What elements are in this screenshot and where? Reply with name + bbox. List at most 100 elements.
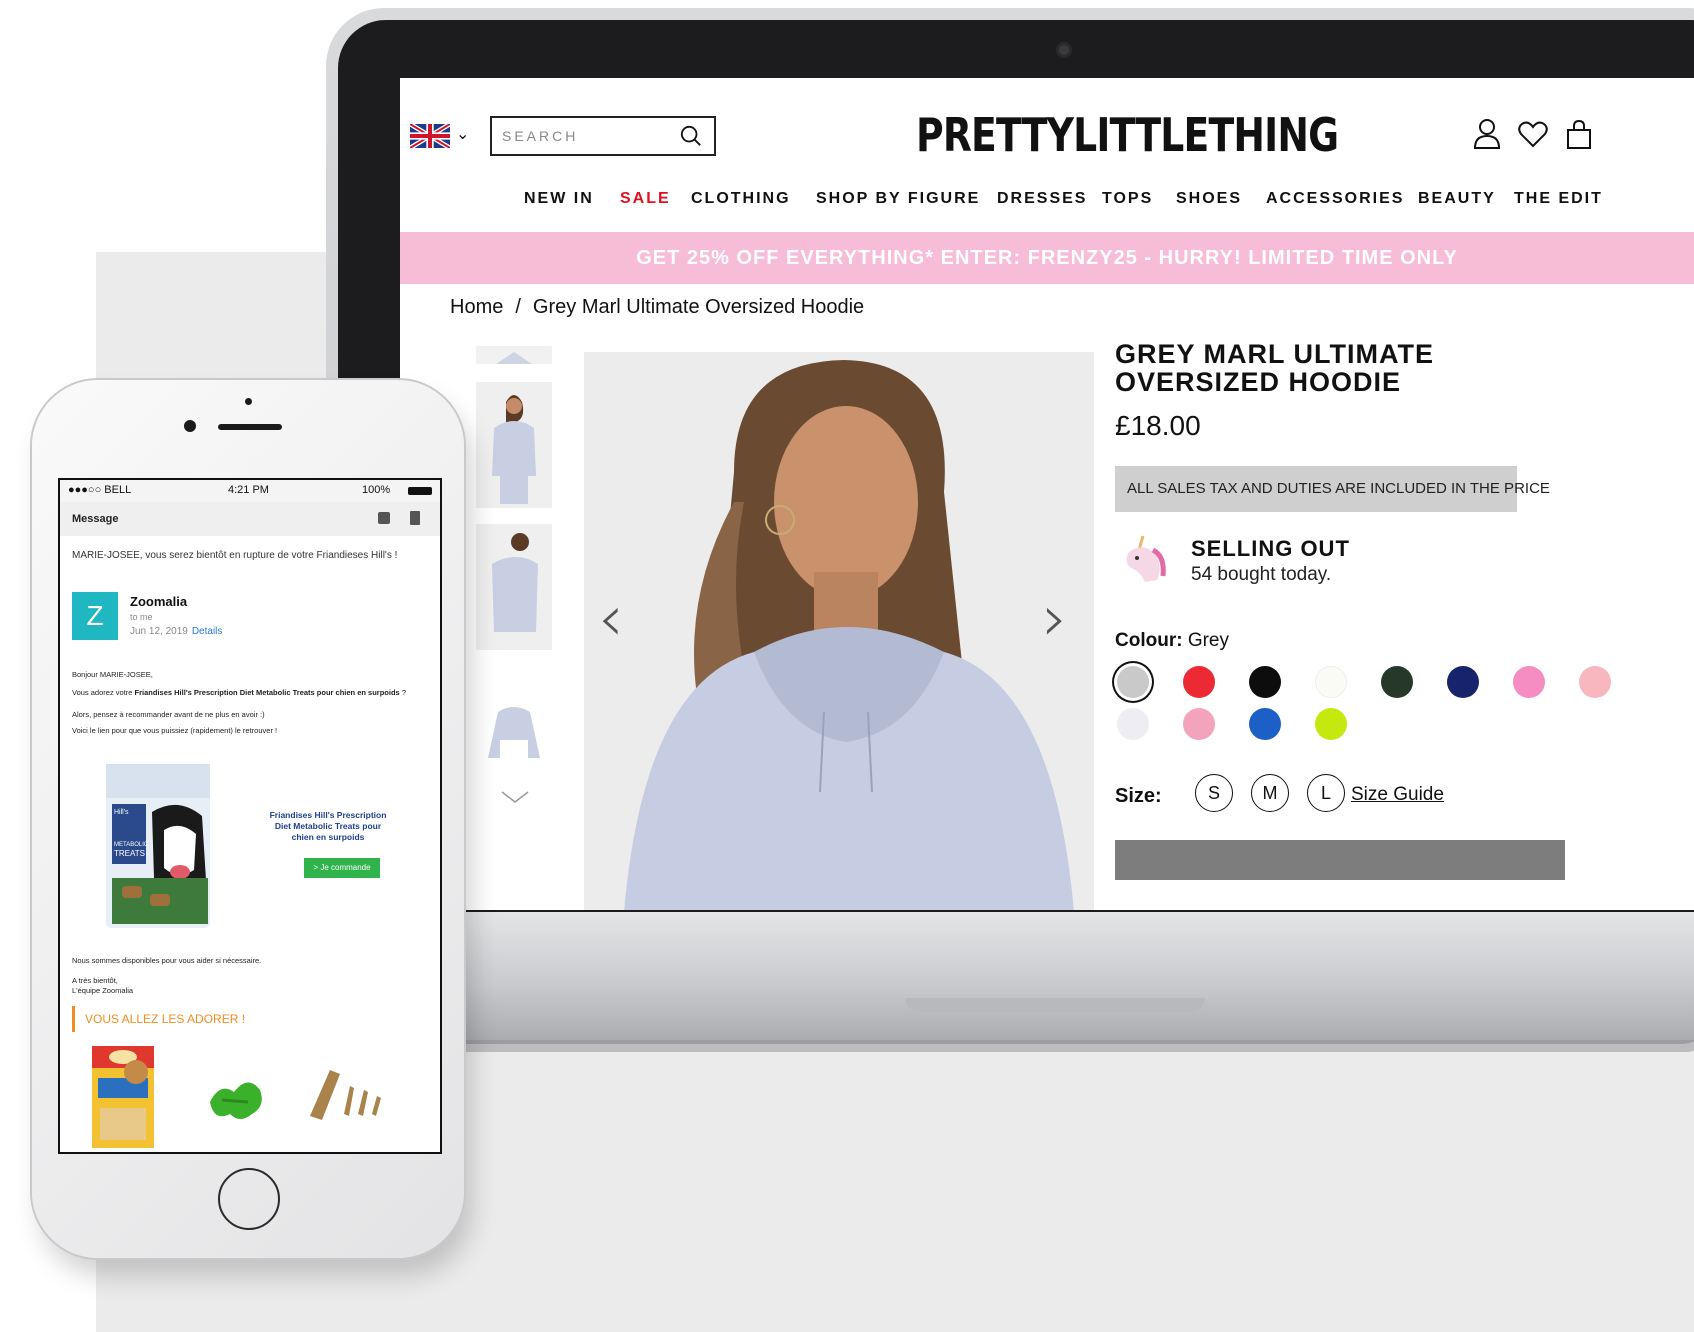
signoff-line-1: A très bientôt, bbox=[72, 976, 118, 985]
signoff-line-2: L'équipe Zoomalia bbox=[72, 986, 134, 995]
trash-icon[interactable] bbox=[410, 511, 420, 525]
sender-name: Zoomalia bbox=[130, 594, 188, 609]
nav-beauty[interactable]: BEAUTY bbox=[1418, 190, 1496, 208]
nav-tops[interactable]: TOPS bbox=[1102, 190, 1153, 208]
product-price: £18.00 bbox=[1115, 410, 1201, 441]
search-icon[interactable] bbox=[680, 125, 702, 147]
nav-sale[interactable]: SALE bbox=[620, 190, 671, 208]
previous-arrow-icon[interactable]: ‹ bbox=[598, 582, 624, 656]
nav-accessories[interactable]: ACCESSORIES bbox=[1266, 190, 1404, 208]
nav-clothing[interactable]: CLOTHING bbox=[691, 190, 791, 208]
site-header: ⌄ SEARCH PRETTYLITTLETHING NEW IN SALE C… bbox=[400, 78, 1694, 228]
biscuit-box-image[interactable] bbox=[88, 1042, 158, 1152]
para1-end: ? bbox=[399, 688, 406, 697]
body-paragraph: Voici le lien pour que vous puissiez (ra… bbox=[72, 726, 278, 735]
promo-banner[interactable]: GET 25% OFF EVERYTHING* ENTER: FRENZY25 … bbox=[400, 232, 1694, 284]
selling-out-count: 54 bought today. bbox=[1191, 564, 1332, 585]
nav-shop-by-figure[interactable]: SHOP BY FIGURE bbox=[816, 190, 980, 208]
nav-dresses[interactable]: DRESSES bbox=[997, 190, 1087, 208]
colour-swatch[interactable] bbox=[1249, 708, 1281, 740]
size-label: Size: bbox=[1115, 785, 1162, 807]
message-header: Message bbox=[60, 502, 440, 536]
nav-shoes[interactable]: SHOES bbox=[1176, 190, 1242, 208]
email-date: Jun 12, 2019 Details bbox=[130, 626, 222, 637]
colour-swatch[interactable] bbox=[1315, 708, 1347, 740]
uk-flag-icon[interactable] bbox=[410, 124, 450, 148]
battery-percent: 100% bbox=[362, 484, 391, 496]
package-label-2: TREATS bbox=[114, 849, 145, 858]
shopping-bag-icon[interactable] bbox=[1564, 118, 1594, 150]
email-date-value: Jun 12, 2019 bbox=[130, 626, 188, 637]
add-to-bag-button[interactable] bbox=[1115, 840, 1565, 880]
para1-product: Friandises Hill's Prescription Diet Meta… bbox=[134, 688, 400, 697]
phone-sensor bbox=[245, 398, 252, 405]
size-l-button[interactable]: L bbox=[1307, 774, 1345, 812]
size-guide-link[interactable]: Size Guide bbox=[1351, 784, 1444, 806]
product-title: GREY MARL ULTIMATE OVERSIZED HOODIE bbox=[1115, 339, 1434, 397]
phone-front-camera bbox=[184, 420, 196, 432]
green-chew-toy-image[interactable] bbox=[200, 1062, 270, 1132]
treats-package-image[interactable]: Hill's METABOLIC TREATS bbox=[98, 760, 218, 932]
laptop-screen: ⌄ SEARCH PRETTYLITTLETHING NEW IN SALE C… bbox=[400, 78, 1694, 910]
email-subject: MARIE-JOSEE, vous serez bientôt en ruptu… bbox=[72, 550, 398, 561]
status-bar: ●●●○○ BELL 4:21 PM 100% bbox=[60, 480, 440, 502]
nav-new-in[interactable]: NEW IN bbox=[524, 190, 594, 208]
thumbnail-image[interactable] bbox=[476, 346, 552, 364]
model-photo bbox=[584, 352, 1094, 910]
nav-the-edit[interactable]: THE EDIT bbox=[1514, 190, 1603, 208]
colour-value: Grey bbox=[1187, 630, 1230, 651]
promo-text: GET 25% OFF EVERYTHING* ENTER: FRENZY25 … bbox=[636, 247, 1458, 269]
size-s-button[interactable]: S bbox=[1195, 774, 1233, 812]
breadcrumb-separator: / bbox=[515, 296, 521, 318]
message-title: Message bbox=[72, 513, 119, 525]
body-paragraph: Vous adorez votre Friandises Hill's Pres… bbox=[72, 688, 432, 698]
status-time: 4:21 PM bbox=[228, 484, 269, 496]
colour-swatch[interactable] bbox=[1249, 666, 1281, 698]
chevron-down-icon[interactable] bbox=[500, 790, 530, 804]
recommendations-title: VOUS ALLEZ LES ADORER ! bbox=[72, 1006, 432, 1032]
colour-swatch[interactable] bbox=[1117, 666, 1149, 698]
laptop-foot bbox=[340, 1040, 1694, 1052]
selling-out-badge: SELLING OUT 54 bought today. bbox=[1115, 532, 1515, 592]
package-label-1: METABOLIC bbox=[114, 842, 149, 848]
next-arrow-icon[interactable]: › bbox=[1042, 582, 1068, 656]
recipient: to me bbox=[130, 612, 153, 622]
breadcrumb-home[interactable]: Home bbox=[450, 296, 503, 318]
help-text: Nous sommes disponibles pour vous aider … bbox=[72, 956, 262, 965]
battery-icon bbox=[408, 487, 432, 495]
archive-icon[interactable] bbox=[378, 512, 390, 524]
colour-swatch[interactable] bbox=[1381, 666, 1413, 698]
selling-out-title: SELLING OUT bbox=[1191, 536, 1350, 561]
wishlist-heart-icon[interactable] bbox=[1518, 118, 1548, 150]
phone-screen: ●●●○○ BELL 4:21 PM 100% Message MARIE-JO… bbox=[58, 478, 442, 1154]
colour-label-key: Colour: bbox=[1115, 630, 1183, 651]
colour-swatch[interactable] bbox=[1117, 708, 1149, 740]
greeting: Bonjour MARIE-JOSEE, bbox=[72, 670, 153, 679]
product-main-image[interactable]: ‹ › bbox=[584, 352, 1094, 910]
colour-swatch[interactable] bbox=[1183, 708, 1215, 740]
colour-swatch[interactable] bbox=[1315, 666, 1347, 698]
colour-swatch[interactable] bbox=[1183, 666, 1215, 698]
phone-home-button[interactable] bbox=[218, 1168, 280, 1230]
colour-swatch[interactable] bbox=[1447, 666, 1479, 698]
chew-stick-image[interactable] bbox=[300, 1056, 396, 1126]
details-link[interactable]: Details bbox=[192, 626, 223, 637]
thumbnail-image[interactable] bbox=[476, 524, 552, 650]
thumbnail-image[interactable] bbox=[476, 700, 552, 780]
email-card: Z Zoomalia to me Jun 12, 2019 Details Bon… bbox=[60, 580, 440, 1152]
account-icon[interactable] bbox=[1472, 118, 1502, 150]
thumbnail-image[interactable] bbox=[476, 382, 552, 508]
colour-swatch[interactable] bbox=[1513, 666, 1545, 698]
tax-notice: ALL SALES TAX AND DUTIES ARE INCLUDED IN… bbox=[1115, 466, 1550, 512]
search-placeholder: SEARCH bbox=[502, 128, 579, 144]
size-m-button[interactable]: M bbox=[1251, 774, 1289, 812]
cta-product-title: Friandises Hill's Prescription Diet Meta… bbox=[269, 810, 387, 842]
order-button[interactable]: > Je commande bbox=[304, 858, 380, 878]
brand-logo[interactable]: PRETTYLITTLETHING bbox=[916, 108, 1339, 162]
body-paragraph: Alors, pensez à recommander avant de ne … bbox=[72, 710, 265, 719]
laptop-base bbox=[300, 912, 1694, 1044]
breadcrumb-current: Grey Marl Ultimate Oversized Hoodie bbox=[532, 296, 865, 318]
search-input[interactable]: SEARCH bbox=[490, 116, 716, 156]
colour-swatch[interactable] bbox=[1579, 666, 1611, 698]
chevron-down-icon[interactable]: ⌄ bbox=[456, 124, 469, 144]
